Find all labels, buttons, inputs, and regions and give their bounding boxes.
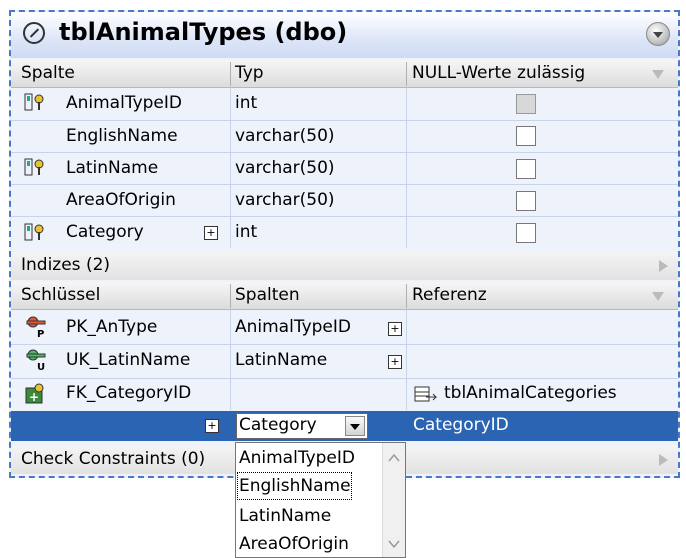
dropdown-option[interactable]: AreaOfOrigin bbox=[238, 531, 349, 557]
svg-text:U: U bbox=[37, 362, 45, 371]
column-divider bbox=[230, 310, 231, 410]
column-divider bbox=[406, 88, 407, 248]
keys-header: Schlüssel Spalten Referenz bbox=[11, 282, 678, 310]
nullable-checkbox[interactable] bbox=[516, 159, 536, 179]
column-type: int bbox=[235, 222, 258, 242]
table-title: tblAnimalTypes (dbo) bbox=[59, 18, 348, 46]
expand-section-icon[interactable] bbox=[659, 260, 668, 272]
column-name: Category bbox=[66, 222, 144, 242]
column-type: varchar(50) bbox=[235, 158, 335, 178]
foreign-key-icon: + bbox=[24, 383, 48, 404]
nullable-checkbox[interactable] bbox=[516, 94, 536, 114]
key-column-icon bbox=[24, 222, 48, 242]
dropdown-option[interactable]: EnglishName bbox=[237, 472, 352, 500]
svg-text:+: + bbox=[29, 390, 39, 404]
expand-icon[interactable]: + bbox=[204, 226, 218, 240]
key-column-icon bbox=[24, 157, 48, 177]
header-divider bbox=[230, 62, 231, 86]
reference-column[interactable]: CategoryID bbox=[413, 415, 509, 435]
header-spalte[interactable]: Spalte bbox=[21, 63, 75, 83]
header-divider bbox=[406, 284, 407, 308]
header-spalten[interactable]: Spalten bbox=[235, 285, 300, 305]
dropdown-option[interactable]: LatinName bbox=[238, 503, 331, 529]
key-columns: AnimalTypeID bbox=[235, 317, 351, 337]
column-divider bbox=[230, 88, 231, 248]
column-name: AnimalTypeID bbox=[66, 93, 182, 113]
sort-icon[interactable] bbox=[652, 292, 664, 301]
row-divider bbox=[11, 184, 678, 185]
collapse-button[interactable] bbox=[646, 22, 670, 46]
column-name: EnglishName bbox=[66, 126, 178, 146]
header-typ[interactable]: Typ bbox=[235, 63, 264, 83]
combobox-value: Category bbox=[239, 415, 317, 435]
column-type: varchar(50) bbox=[235, 190, 335, 210]
scroll-arrows-icon[interactable] bbox=[383, 443, 405, 557]
table-icon bbox=[23, 22, 45, 44]
header-divider bbox=[230, 284, 231, 308]
header-null[interactable]: NULL-Werte zulässig bbox=[412, 63, 585, 83]
header-divider bbox=[406, 62, 407, 86]
title-bar[interactable]: tblAnimalTypes (dbo) bbox=[11, 12, 678, 58]
expand-icon[interactable]: + bbox=[388, 322, 402, 336]
nullable-checkbox[interactable] bbox=[516, 223, 536, 243]
key-column-icon bbox=[24, 92, 48, 112]
column-type: int bbox=[235, 93, 258, 113]
columns-header: Spalte Typ NULL-Werte zulässig bbox=[11, 60, 678, 88]
key-name: FK_CategoryID bbox=[66, 383, 192, 403]
key-name: UK_LatinName bbox=[66, 350, 191, 370]
row-divider bbox=[11, 120, 678, 121]
column-type: varchar(50) bbox=[235, 126, 335, 146]
referenced-table-icon bbox=[414, 384, 438, 404]
column-combobox[interactable]: Category bbox=[236, 413, 368, 439]
svg-text:P: P bbox=[37, 329, 44, 338]
row-divider bbox=[11, 216, 678, 217]
indexes-label: Indizes (2) bbox=[21, 255, 111, 275]
row-divider bbox=[11, 378, 678, 379]
column-name: AreaOfOrigin bbox=[66, 190, 176, 210]
dropdown-option[interactable]: AnimalTypeID bbox=[238, 445, 355, 471]
header-schluessel[interactable]: Schlüssel bbox=[21, 285, 100, 305]
key-reference[interactable]: tblAnimalCategories bbox=[444, 383, 617, 403]
key-name: PK_AnType bbox=[66, 317, 158, 337]
row-divider bbox=[11, 152, 678, 153]
dropdown-scrollbar[interactable] bbox=[382, 443, 405, 557]
nullable-checkbox[interactable] bbox=[516, 126, 536, 146]
header-referenz[interactable]: Referenz bbox=[412, 285, 487, 305]
nullable-checkbox[interactable] bbox=[516, 191, 536, 211]
primary-key-icon: P bbox=[24, 316, 48, 340]
indexes-section[interactable]: Indizes (2) bbox=[11, 252, 678, 280]
expand-icon[interactable]: + bbox=[205, 419, 219, 433]
expand-section-icon[interactable] bbox=[659, 454, 668, 466]
column-name: LatinName bbox=[66, 158, 159, 178]
check-constraints-label: Check Constraints (0) bbox=[21, 449, 206, 469]
column-dropdown-list[interactable]: AnimalTypeID EnglishName LatinName AreaO… bbox=[235, 442, 406, 558]
column-divider bbox=[406, 310, 407, 410]
sort-icon[interactable] bbox=[652, 70, 664, 79]
expand-icon[interactable]: + bbox=[388, 355, 402, 369]
dropdown-arrow-icon[interactable] bbox=[345, 416, 365, 436]
row-divider bbox=[11, 344, 678, 345]
unique-key-icon: U bbox=[24, 349, 48, 373]
key-columns: LatinName bbox=[235, 350, 328, 370]
